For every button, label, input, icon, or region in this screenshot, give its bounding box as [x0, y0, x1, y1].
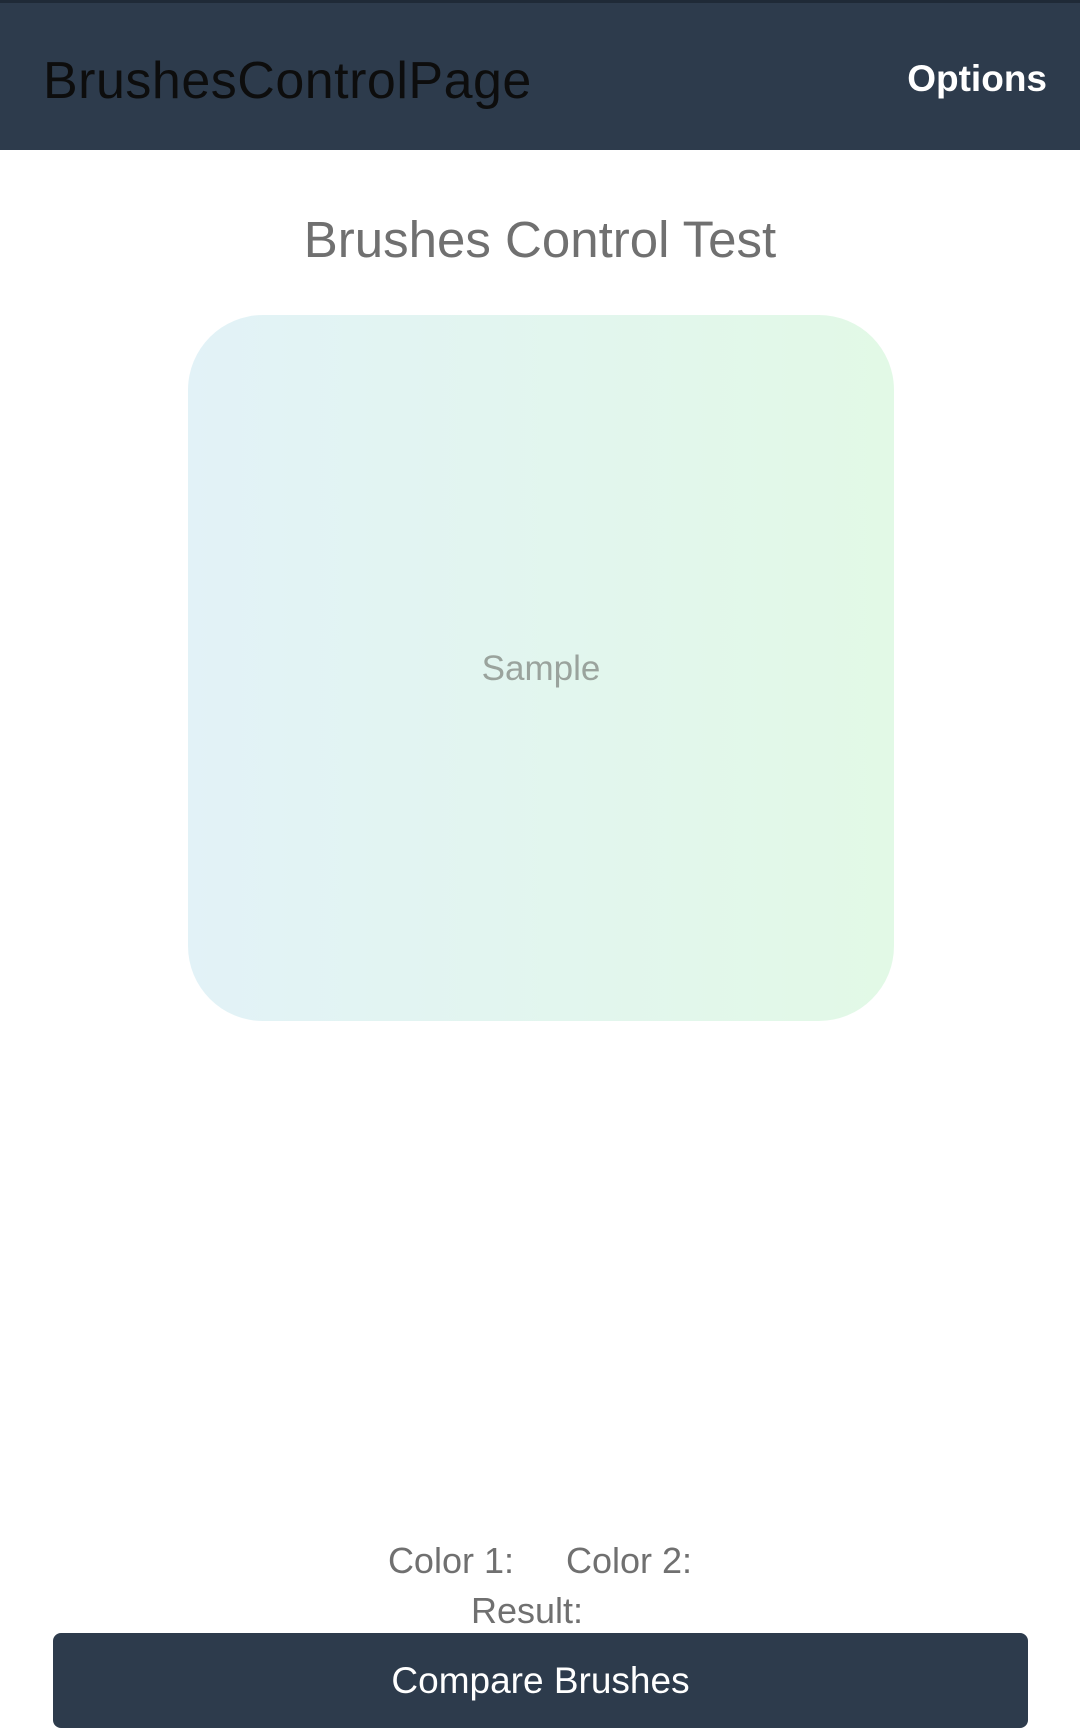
color2-label: Color 2: — [566, 1540, 693, 1581]
color-labels-row: Color 1: Color 2: — [0, 1540, 1080, 1582]
sample-label: Sample — [481, 649, 601, 688]
page-heading: Brushes Control Test — [303, 211, 777, 268]
page-title: BrushesControlPage — [43, 52, 532, 110]
options-menu-button[interactable]: Options — [907, 58, 1047, 100]
color1-label: Color 1: — [387, 1540, 514, 1581]
compare-brushes-button[interactable]: Compare Brushes — [53, 1633, 1028, 1728]
sample-gradient-box: Sample — [188, 315, 894, 1021]
result-label: Result: — [470, 1590, 584, 1631]
toolbar: BrushesControlPage Options — [0, 0, 1080, 150]
app-root: BrushesControlPage Options Brushes Contr… — [0, 0, 1080, 1735]
